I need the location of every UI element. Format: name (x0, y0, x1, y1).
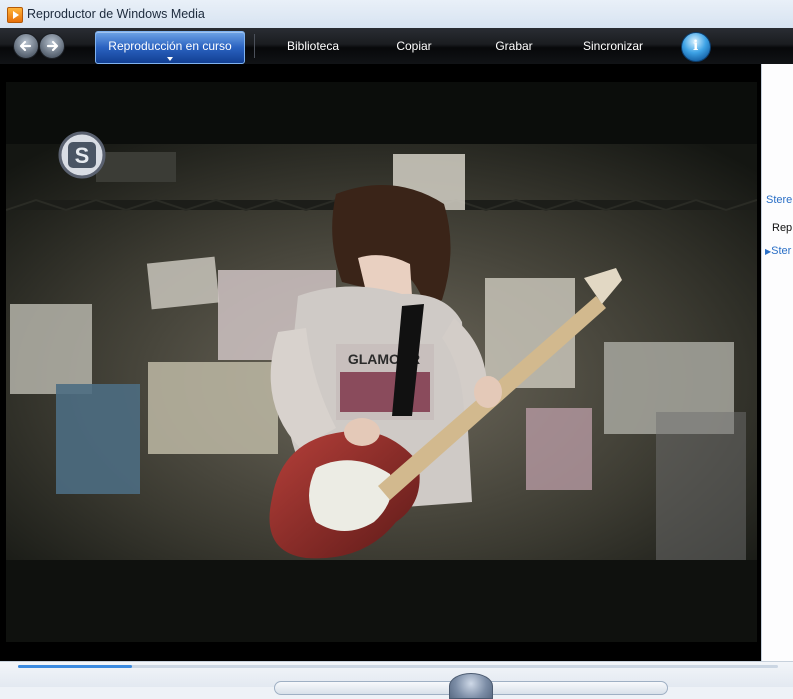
back-button[interactable] (13, 33, 39, 59)
seek-bar[interactable] (18, 665, 778, 668)
forward-arrow-icon (46, 40, 59, 52)
tab-label: Sincronizar (582, 39, 644, 53)
online-store-button[interactable]: i (681, 32, 711, 62)
channel-logo-text: S (75, 143, 90, 168)
chevron-down-icon[interactable] (167, 57, 173, 61)
media-player-icon (7, 7, 23, 23)
info-orb-icon: i (693, 38, 699, 54)
playback-controls (0, 661, 793, 699)
seek-bar-progress[interactable] (18, 665, 132, 668)
tab-library[interactable]: Biblioteca (272, 28, 354, 64)
video-area[interactable]: S GLAMOUR (0, 64, 761, 661)
video-frame[interactable]: S GLAMOUR (6, 82, 757, 642)
tab-label: Grabar (495, 39, 533, 53)
tab-label: Copiar (396, 39, 432, 53)
list-pane: Stere Rep ▶Ster (761, 64, 793, 661)
tab-label: Reproducción en curso (108, 39, 232, 53)
list-item[interactable]: ▶Ster (765, 245, 793, 257)
play-pause-button[interactable] (449, 673, 493, 699)
video-image: S GLAMOUR (6, 82, 757, 642)
forward-button[interactable] (39, 33, 65, 59)
divider (254, 34, 255, 58)
tab-burn[interactable]: Grabar (478, 28, 550, 64)
list-pane-header[interactable]: Stere (766, 194, 793, 206)
title-bar: Reproductor de Windows Media (0, 0, 793, 29)
tab-rip[interactable]: Copiar (378, 28, 450, 64)
list-item[interactable]: Rep (772, 222, 793, 234)
back-arrow-icon (19, 40, 32, 52)
navigation-bar: Reproducción en curso Biblioteca Copiar … (0, 28, 793, 64)
tab-label: Biblioteca (286, 39, 340, 53)
tab-sync[interactable]: Sincronizar (575, 28, 651, 64)
window-title: Reproductor de Windows Media (27, 7, 205, 21)
tab-now-playing[interactable]: Reproducción en curso (95, 31, 245, 64)
